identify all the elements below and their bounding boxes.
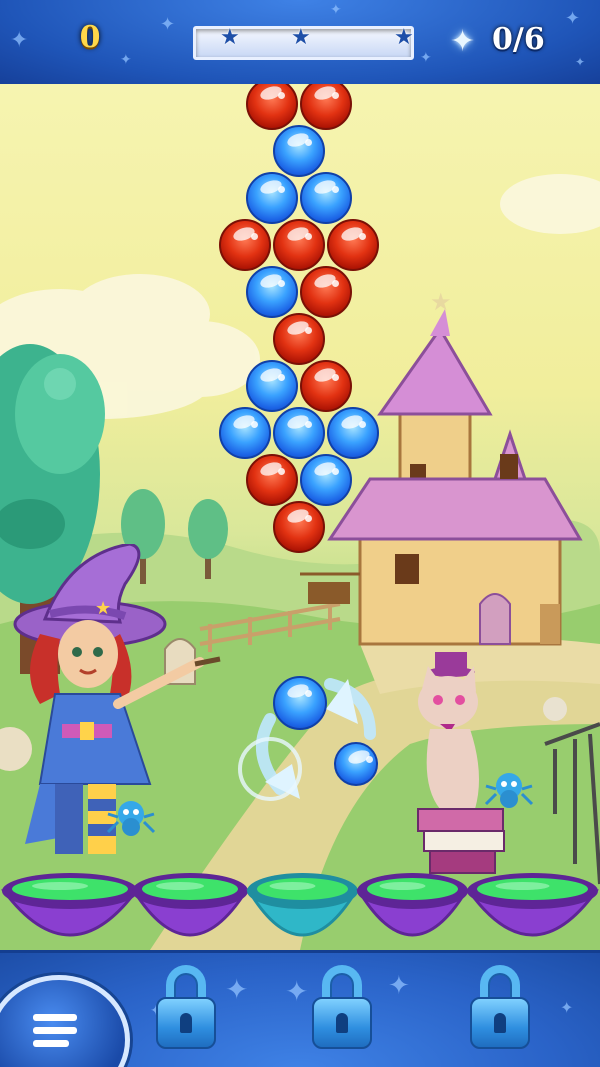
teal-cauldron <box>245 869 360 950</box>
purple-cauldron <box>130 869 250 950</box>
spider-decoration <box>484 773 534 808</box>
game-scene[interactable]: ★ ★ <box>0 84 600 950</box>
red-bubble <box>327 219 379 271</box>
blue-bubble <box>246 172 298 224</box>
red-bubble <box>219 219 271 271</box>
game-screen: ✦ ✦ ✦ ✦ ✦ ✦ ✦ 0 ★ ★ ★ ✦ 0/6 ★ ★ ✦ ✦ ✦ ✦ <box>0 0 600 1067</box>
sparkle-icon: ✦ <box>120 52 132 68</box>
red-bubble <box>300 360 352 412</box>
booster-slot-2[interactable] <box>312 965 372 1053</box>
blue-bubble <box>273 125 325 177</box>
red-bubble <box>273 501 325 553</box>
blue-bubble <box>273 407 325 459</box>
sparkle-icon: ✦ <box>388 971 410 1001</box>
cat-companion <box>417 652 505 874</box>
blue-bubble <box>219 407 271 459</box>
sparkle-icon: ✦ <box>575 55 586 69</box>
star-icon: ✦ <box>450 24 476 59</box>
sparkle-icon: ✦ <box>420 50 432 66</box>
skull-decoration <box>543 697 567 721</box>
purple-cauldron <box>355 869 470 950</box>
booster-slot-1[interactable] <box>156 965 216 1053</box>
score-progress-bar: ★ ★ ★ <box>193 25 414 60</box>
blue-bubble <box>246 266 298 318</box>
blue-bubble <box>246 360 298 412</box>
svg-text:★: ★ <box>95 598 111 619</box>
progress-star-icon: ★ <box>220 25 240 50</box>
purple-cauldron <box>0 869 140 950</box>
blue-bubble <box>327 407 379 459</box>
red-bubble <box>273 219 325 271</box>
sparkle-icon: ✦ <box>285 975 309 1008</box>
next-bubble[interactable] <box>334 742 378 786</box>
sparkle-icon: ✦ <box>10 28 29 53</box>
goal-counter: 0/6 <box>492 22 545 57</box>
blue-bubble <box>300 172 352 224</box>
lock-icon <box>336 1013 348 1033</box>
red-bubble <box>273 313 325 365</box>
booster-slot-3[interactable] <box>470 965 530 1053</box>
progress-star-icon: ★ <box>394 25 414 50</box>
svg-text:★: ★ <box>430 288 452 316</box>
current-bubble[interactable] <box>273 676 327 730</box>
sparkle-icon: ✦ <box>330 2 342 18</box>
score-counter: 0 <box>79 20 101 55</box>
sparkle-icon: ✦ <box>160 14 176 35</box>
spider-decoration <box>106 801 156 836</box>
lock-icon <box>180 1013 192 1033</box>
purple-cauldron <box>465 869 600 950</box>
sparkle-icon: ✦ <box>225 973 249 1006</box>
sparkle-icon: ✦ <box>560 998 574 1017</box>
progress-star-icon: ★ <box>291 25 311 50</box>
red-bubble <box>300 266 352 318</box>
top-hud: ✦ ✦ ✦ ✦ ✦ ✦ ✦ 0 ★ ★ ★ ✦ 0/6 <box>0 0 600 87</box>
sparkle-icon: ✦ <box>565 8 581 29</box>
bubble-shooter[interactable] <box>230 664 390 814</box>
red-bubble <box>246 454 298 506</box>
blue-bubble <box>300 454 352 506</box>
lock-icon <box>494 1013 506 1033</box>
